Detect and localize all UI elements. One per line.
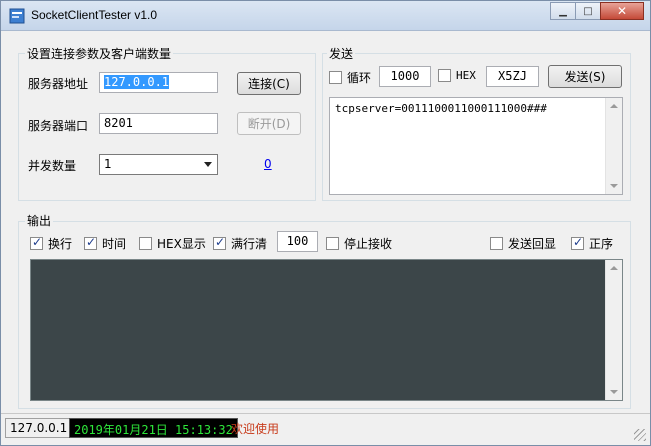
window-title: SocketClientTester v1.0: [31, 8, 158, 22]
scroll-down-icon[interactable]: [610, 390, 618, 394]
stop-receive-checkbox-box[interactable]: [326, 237, 339, 250]
hex-checkbox-label: HEX: [456, 69, 476, 82]
send-button[interactable]: 发送(S): [548, 65, 622, 88]
server-port-label: 服务器端口: [28, 119, 89, 133]
stop-receive-checkbox-label: 停止接收: [344, 237, 393, 251]
full-clear-checkbox-box[interactable]: [213, 235, 226, 250]
wrap-checkbox-box[interactable]: [30, 235, 43, 250]
output-text-area[interactable]: [30, 259, 623, 401]
close-icon[interactable]: ✕: [600, 2, 644, 20]
concurrency-select[interactable]: 1: [99, 154, 218, 175]
status-time: 2019年01月21日 15:13:32: [69, 418, 238, 438]
app-window: SocketClientTester v1.0 ▁ □ ✕ 设置连接参数及客户端…: [0, 0, 651, 446]
scroll-up-icon[interactable]: [610, 266, 618, 270]
time-checkbox-label: 时间: [102, 237, 127, 251]
loop-interval-input[interactable]: 1000: [379, 66, 431, 87]
hex-display-checkbox[interactable]: HEX显示: [139, 235, 206, 252]
resize-grip-icon[interactable]: [634, 429, 646, 441]
status-message: 欢迎使用: [231, 422, 280, 436]
hex-checkbox[interactable]: HEX: [438, 69, 476, 82]
ascending-order-checkbox-box[interactable]: [571, 235, 584, 250]
chevron-down-icon: [204, 162, 212, 167]
loop-checkbox-box[interactable]: [329, 71, 342, 84]
code-input[interactable]: X5ZJ: [486, 66, 539, 87]
server-addr-label: 服务器地址: [28, 77, 89, 91]
hex-checkbox-box[interactable]: [438, 69, 451, 82]
loop-checkbox-label: 循环: [347, 71, 372, 85]
client-count-link[interactable]: 0: [264, 157, 272, 171]
full-clear-checkbox-label: 满行清: [231, 237, 268, 251]
output-scrollbar[interactable]: [605, 260, 622, 400]
send-echo-checkbox-label: 发送回显: [508, 237, 557, 251]
connect-button[interactable]: 连接(C): [237, 72, 301, 95]
status-bar: 127.0.0.1 2019年01月21日 15:13:32 欢迎使用: [1, 413, 650, 445]
concurrency-label: 并发数量: [28, 159, 77, 173]
send-text-content: tcpserver=0011100011000111000###: [335, 102, 547, 115]
stop-receive-checkbox[interactable]: 停止接收: [326, 235, 392, 252]
output-group-title: 输出: [25, 212, 54, 229]
scroll-up-icon[interactable]: [610, 104, 618, 108]
ascending-order-checkbox[interactable]: 正序: [571, 235, 613, 252]
send-group-title: 发送: [327, 45, 356, 62]
full-clear-checkbox[interactable]: 满行清: [213, 235, 267, 252]
loop-checkbox[interactable]: 循环: [329, 69, 371, 86]
wrap-checkbox[interactable]: 换行: [30, 235, 72, 252]
hex-display-checkbox-label: HEX显示: [157, 237, 206, 251]
wrap-checkbox-label: 换行: [48, 237, 73, 251]
send-echo-checkbox[interactable]: 发送回显: [490, 235, 556, 252]
scroll-down-icon[interactable]: [610, 184, 618, 188]
caption-buttons: ▁ □ ✕: [550, 2, 644, 22]
time-checkbox[interactable]: 时间: [84, 235, 126, 252]
connection-group-title: 设置连接参数及客户端数量: [25, 45, 174, 62]
maximize-icon[interactable]: □: [575, 2, 601, 20]
send-text-area[interactable]: tcpserver=0011100011000111000###: [329, 97, 623, 195]
send-echo-checkbox-box[interactable]: [490, 237, 503, 250]
hex-display-checkbox-box[interactable]: [139, 237, 152, 250]
title-bar[interactable]: SocketClientTester v1.0 ▁ □ ✕: [1, 1, 650, 31]
server-port-input[interactable]: 8201: [99, 113, 218, 134]
send-scrollbar[interactable]: [605, 98, 622, 194]
time-checkbox-box[interactable]: [84, 235, 97, 250]
status-ip: 127.0.0.1: [5, 418, 73, 438]
server-addr-input[interactable]: 127.0.0.1: [99, 72, 218, 93]
disconnect-button[interactable]: 断开(D): [237, 112, 301, 135]
ascending-order-checkbox-label: 正序: [589, 237, 614, 251]
max-lines-input[interactable]: 100: [277, 231, 318, 252]
minimize-icon[interactable]: ▁: [550, 2, 576, 20]
concurrency-value: 1: [104, 157, 112, 171]
app-icon: [9, 8, 25, 24]
